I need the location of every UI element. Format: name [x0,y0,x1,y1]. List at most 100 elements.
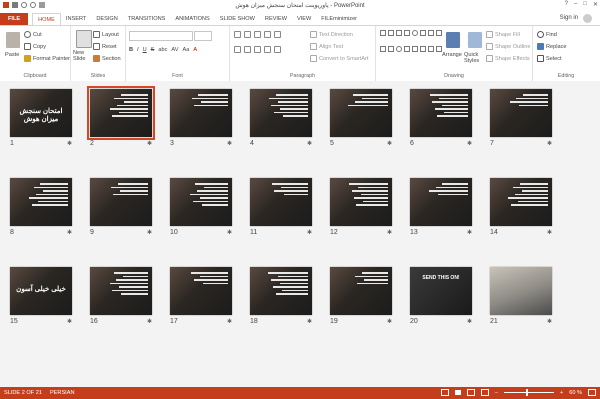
transition-star-icon[interactable]: ✱ [387,229,392,236]
shape-rect-icon[interactable] [436,45,442,52]
decrease-indent-icon[interactable] [254,31,261,38]
shape-effects-button[interactable]: Shape Effects [486,55,530,62]
transition-star-icon[interactable]: ✱ [227,140,232,147]
tab-transitions[interactable]: TRANSITIONS [123,13,171,25]
layout-button[interactable]: Layout [93,31,119,38]
transition-star-icon[interactable]: ✱ [467,318,472,325]
align-text-button[interactable]: Align Text [310,43,343,50]
transition-star-icon[interactable]: ✱ [67,229,72,236]
slide-thumbnail[interactable]: خیلی خیلی آسون 15 ✱ [10,267,74,329]
tab-slide-show[interactable]: SLIDE SHOW [215,13,260,25]
character-spacing-button[interactable]: AV [171,47,178,53]
slide-thumbnail[interactable]: 21 ✱ [490,267,554,329]
transition-star-icon[interactable]: ✱ [307,318,312,325]
slide-thumbnail[interactable]: 11 ✱ [250,178,314,240]
text-shadow-button[interactable]: abc [158,47,167,53]
line-spacing-icon[interactable] [274,31,281,38]
arrange-icon[interactable] [446,32,460,48]
find-button[interactable]: Find [537,31,557,38]
slide-thumbnail[interactable]: 17 ✱ [170,267,234,329]
shape-rect-icon[interactable] [388,30,394,36]
change-case-button[interactable]: Aa [182,47,189,53]
transition-star-icon[interactable]: ✱ [547,318,552,325]
increase-indent-icon[interactable] [264,31,271,38]
slide-thumbnail[interactable]: SEND THIS ON! 20 ✱ [410,267,474,329]
transition-star-icon[interactable]: ✱ [467,229,472,236]
bold-button[interactable]: B [129,47,133,53]
transition-star-icon[interactable]: ✱ [147,140,152,147]
shape-rect-icon[interactable] [380,30,386,36]
tab-fileminimizer[interactable]: FILEminimizer [316,13,362,25]
bullets-icon[interactable] [234,31,241,38]
slide-thumbnail[interactable]: 9 ✱ [90,178,154,240]
shape-line-icon[interactable] [396,30,402,36]
transition-star-icon[interactable]: ✱ [547,140,552,147]
zoom-in-button[interactable]: + [560,390,563,396]
numbering-icon[interactable] [244,31,251,38]
paste-icon[interactable] [6,32,20,48]
slide-thumbnail[interactable]: 2 ✱ [87,86,155,151]
slide-thumbnail[interactable]: 10 ✱ [170,178,234,240]
zoom-level[interactable]: 60 % [569,390,582,396]
slide-thumbnail[interactable]: امتحان سنجش میزان هوش 1 ✱ [10,89,74,151]
font-color-button[interactable]: A [193,47,197,53]
new-slide-button[interactable]: New Slide [73,50,95,62]
transition-star-icon[interactable]: ✱ [387,318,392,325]
zoom-out-button[interactable]: – [495,390,498,396]
underline-button[interactable]: U [143,47,147,53]
text-direction-button[interactable]: Text Direction [310,31,353,38]
select-button[interactable]: Select [537,55,562,62]
reading-view-icon[interactable] [466,389,475,396]
tab-review[interactable]: REVIEW [260,13,292,25]
align-left-icon[interactable] [234,46,241,53]
shape-oval-icon[interactable] [412,30,418,36]
new-slide-icon[interactable] [76,30,92,48]
quick-styles-button[interactable]: Quick Styles [464,52,486,64]
paste-button[interactable]: Paste [5,52,19,58]
slide-thumbnail[interactable]: 7 ✱ [490,89,554,151]
slide-thumbnail[interactable]: 19 ✱ [330,267,394,329]
slide-thumbnail[interactable]: 18 ✱ [250,267,314,329]
zoom-slider-thumb[interactable] [525,389,528,396]
transition-star-icon[interactable]: ✱ [147,229,152,236]
tab-file[interactable]: FILE [0,13,29,25]
slide-thumbnail[interactable]: 5 ✱ [330,89,394,151]
shape-brace-icon[interactable] [428,45,434,52]
shape-brace-icon[interactable] [420,45,426,52]
transition-star-icon[interactable]: ✱ [547,229,552,236]
normal-view-icon[interactable] [440,389,449,396]
zoom-slider[interactable] [503,389,554,396]
transition-star-icon[interactable]: ✱ [467,140,472,147]
transition-star-icon[interactable]: ✱ [227,318,232,325]
shape-line-icon[interactable] [436,30,442,36]
transition-star-icon[interactable]: ✱ [387,140,392,147]
shape-outline-button[interactable]: Shape Outline [486,43,530,50]
shapes-gallery[interactable] [380,30,442,60]
slide-thumbnail[interactable]: 14 ✱ [490,178,554,240]
maximize-button[interactable]: □ [583,1,587,8]
quick-styles-icon[interactable] [468,32,482,48]
convert-smartart-button[interactable]: Convert to SmartArt [310,55,368,62]
help-button[interactable]: ? [565,1,568,8]
sign-in-link[interactable]: Sign in [560,15,578,21]
transition-star-icon[interactable]: ✱ [307,229,312,236]
transition-star-icon[interactable]: ✱ [307,140,312,147]
tab-animations[interactable]: ANIMATIONS [170,13,214,25]
justify-icon[interactable] [264,46,271,53]
fit-slide-icon[interactable] [588,389,596,396]
columns-icon[interactable] [274,46,281,53]
slide-thumbnail[interactable]: 4 ✱ [250,89,314,151]
transition-star-icon[interactable]: ✱ [147,318,152,325]
align-right-icon[interactable] [254,46,261,53]
slide-thumbnail[interactable]: 3 ✱ [170,89,234,151]
replace-button[interactable]: Replace [537,43,567,50]
copy-button[interactable]: Copy [24,43,46,50]
format-painter-button[interactable]: Format Painter [24,55,70,62]
arrange-button[interactable]: Arrange [442,52,462,58]
shape-rect-icon[interactable] [420,30,426,36]
slide-sorter-view-icon[interactable] [454,390,461,395]
shape-arrow-icon[interactable] [388,45,394,52]
minimize-button[interactable]: – [574,1,577,8]
tab-design[interactable]: DESIGN [91,13,122,25]
section-button[interactable]: Section [93,55,121,62]
